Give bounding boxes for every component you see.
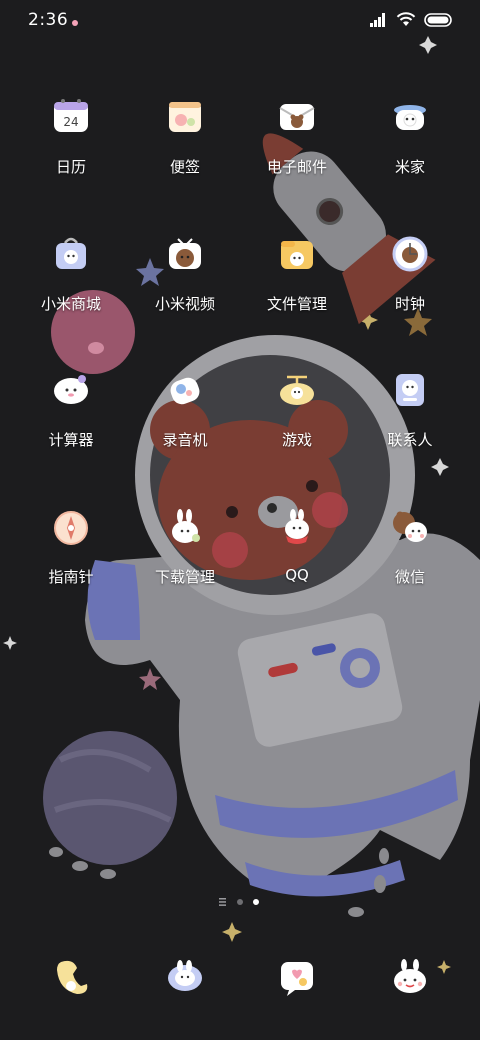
app-label: 文件管理	[266, 295, 327, 313]
app-wechat[interactable]: 微信	[355, 500, 465, 610]
app-label: 时钟	[394, 295, 425, 313]
signal-icon	[370, 12, 385, 27]
contacts-icon	[396, 374, 424, 406]
app-clock[interactable]: 时钟	[355, 227, 465, 337]
app-label: QQ	[285, 566, 309, 584]
file-manager-icon	[281, 241, 313, 269]
app-calendar[interactable]: 24 日历	[16, 90, 126, 200]
dock-phone[interactable]	[16, 950, 126, 1010]
app-label: 便签	[169, 158, 200, 176]
app-mijia[interactable]: 米家	[355, 90, 465, 200]
page-dot-active	[253, 899, 259, 905]
mijia-icon	[394, 105, 426, 130]
status-icons	[370, 12, 454, 27]
camera-icon	[394, 959, 426, 993]
dock	[0, 950, 480, 1010]
app-qq[interactable]: QQ	[242, 500, 352, 610]
app-label: 联系人	[387, 431, 433, 449]
phone-icon	[57, 960, 88, 994]
app-games[interactable]: 游戏	[242, 363, 352, 473]
calendar-icon: 24	[54, 99, 88, 132]
app-mi-video[interactable]: 小米视频	[130, 227, 240, 337]
page-dot	[237, 899, 243, 905]
home-list-icon	[219, 898, 226, 906]
dock-camera[interactable]	[355, 950, 465, 1010]
wifi-icon	[396, 12, 416, 26]
dock-messages[interactable]	[130, 950, 240, 1010]
clock-icon	[392, 236, 428, 272]
calendar-date: 24	[63, 115, 78, 129]
app-label: 计算器	[48, 431, 94, 449]
status-bar: 2:36	[0, 0, 480, 44]
app-mi-store[interactable]: 小米商城	[16, 227, 126, 337]
app-calculator[interactable]: 计算器	[16, 363, 126, 473]
app-contacts[interactable]: 联系人	[355, 363, 465, 473]
qq-icon	[285, 509, 309, 544]
app-file-manager[interactable]: 文件管理	[242, 227, 352, 337]
browser-icon	[281, 962, 313, 996]
app-label: 米家	[394, 158, 425, 176]
dock-browser[interactable]	[242, 950, 352, 1010]
app-label: 微信	[394, 568, 425, 586]
app-label: 录音机	[162, 431, 208, 449]
calculator-icon	[54, 375, 88, 404]
compass-icon	[54, 511, 88, 545]
app-label: 下载管理	[154, 568, 215, 586]
app-notes[interactable]: 便签	[130, 90, 240, 200]
app-label: 游戏	[281, 431, 312, 449]
battery-icon	[424, 12, 452, 27]
app-label: 小米商城	[40, 295, 101, 313]
notification-dot-icon	[72, 20, 78, 26]
wechat-icon	[393, 511, 427, 542]
recorder-icon	[170, 377, 200, 405]
games-icon	[280, 375, 314, 405]
app-email[interactable]: 电子邮件	[242, 90, 352, 200]
app-label: 电子邮件	[266, 158, 327, 176]
messages-icon	[168, 960, 202, 991]
mi-video-icon	[169, 238, 201, 269]
app-downloads[interactable]: 下载管理	[130, 500, 240, 610]
page-indicator[interactable]	[0, 895, 480, 909]
app-label: 日历	[55, 158, 86, 176]
app-recorder[interactable]: 录音机	[130, 363, 240, 473]
email-icon	[279, 104, 315, 130]
notes-icon	[169, 102, 201, 132]
app-label: 小米视频	[154, 295, 215, 313]
mi-store-icon	[56, 237, 86, 269]
downloads-icon	[172, 509, 200, 543]
app-compass[interactable]: 指南针	[16, 500, 126, 610]
status-time: 2:36	[28, 10, 69, 30]
app-label: 指南针	[48, 568, 94, 586]
